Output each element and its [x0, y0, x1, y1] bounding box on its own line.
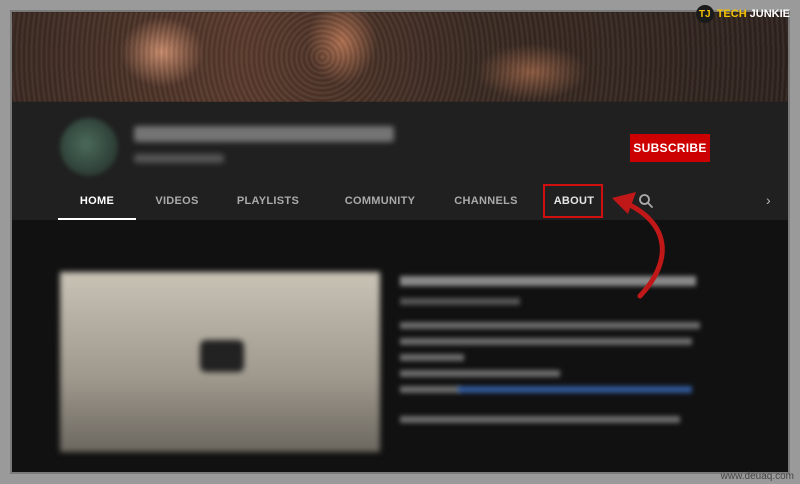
- red-arrow-annotation: [612, 192, 665, 299]
- techjunkie-watermark: TJ TECH JUNKIE: [695, 2, 790, 26]
- watermark-junkie: JUNKIE: [749, 8, 790, 20]
- screenshot-frame: SUBSCRIBE HOME VIDEOS PLAYLISTS COMMUNIT…: [12, 12, 788, 472]
- source-watermark: www.deuaq.com: [720, 471, 794, 482]
- watermark-tech: TECH: [716, 8, 747, 20]
- techjunkie-logo-icon: TJ: [695, 5, 714, 23]
